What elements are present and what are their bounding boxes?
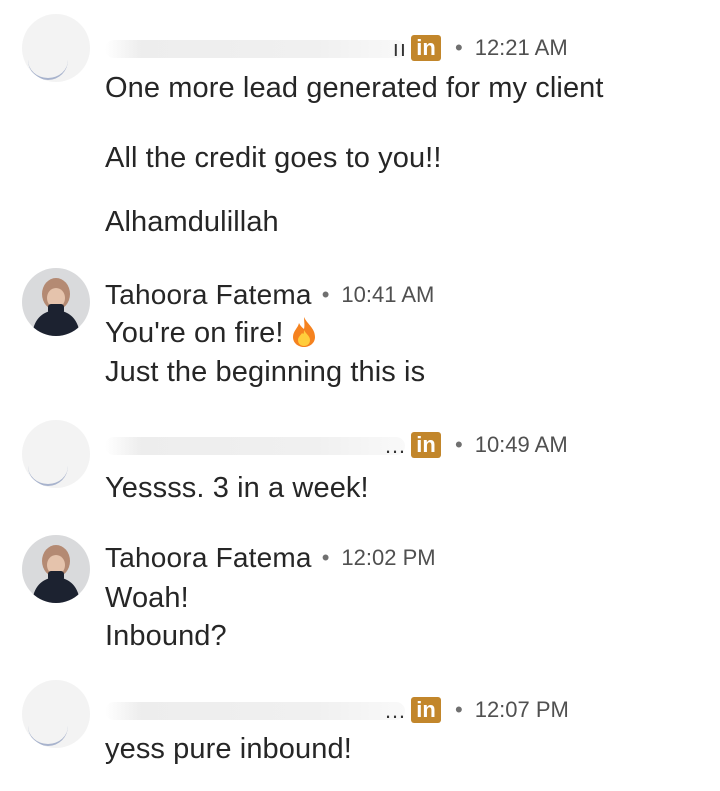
linkedin-badge-icon: in	[411, 35, 441, 61]
redacted-sender-name: ıı	[105, 36, 406, 61]
linkedin-badge-icon: in	[411, 432, 441, 458]
separator-dot: •	[455, 35, 463, 60]
message-time: 12:07 PM	[474, 697, 569, 722]
separator-dot: •	[455, 432, 463, 457]
avatar[interactable]	[22, 680, 90, 748]
message-text: Inbound?	[105, 620, 227, 652]
profile-photo	[22, 535, 90, 603]
message-header: … in • 12:07 PM	[105, 690, 569, 730]
message-text: Alhamdulillah	[105, 206, 279, 238]
avatar[interactable]	[22, 14, 90, 82]
message-header: ıı in • 12:21 AM	[105, 28, 568, 68]
profile-photo	[22, 268, 90, 336]
message-text: Yessss. 3 in a week!	[105, 472, 369, 504]
separator-dot: •	[455, 697, 463, 722]
separator-dot: •	[321, 282, 330, 307]
message-time: 10:41 AM	[341, 282, 435, 307]
message-text-content: You're on fire!	[105, 317, 284, 349]
message-text: Woah!	[105, 582, 189, 614]
message-header: Tahoora Fatema • 12:02 PM	[105, 538, 436, 578]
message-text: yess pure inbound!	[105, 733, 352, 765]
sender-name[interactable]: Tahoora Fatema	[105, 542, 312, 574]
redacted-sender-name: …	[105, 698, 406, 723]
message-header: … in • 10:49 AM	[105, 425, 568, 465]
redacted-sender-name: …	[105, 433, 406, 458]
message-text: You're on fire!	[105, 316, 317, 350]
message-time: 10:49 AM	[474, 432, 568, 457]
separator-dot: •	[321, 545, 330, 570]
linkedin-badge-icon: in	[411, 697, 441, 723]
avatar[interactable]	[22, 535, 90, 603]
message-header: Tahoora Fatema • 10:41 AM	[105, 275, 434, 315]
message-time: 12:21 AM	[474, 35, 568, 60]
avatar[interactable]	[22, 268, 90, 336]
message-text: One more lead generated for my client	[105, 72, 604, 104]
sender-name[interactable]: Tahoora Fatema	[105, 279, 312, 311]
message-text: All the credit goes to you!!	[105, 142, 442, 174]
message-time: 12:02 PM	[341, 545, 436, 570]
message-text: Just the beginning this is	[105, 356, 426, 388]
fire-emoji-icon	[293, 317, 316, 347]
avatar[interactable]	[22, 420, 90, 488]
